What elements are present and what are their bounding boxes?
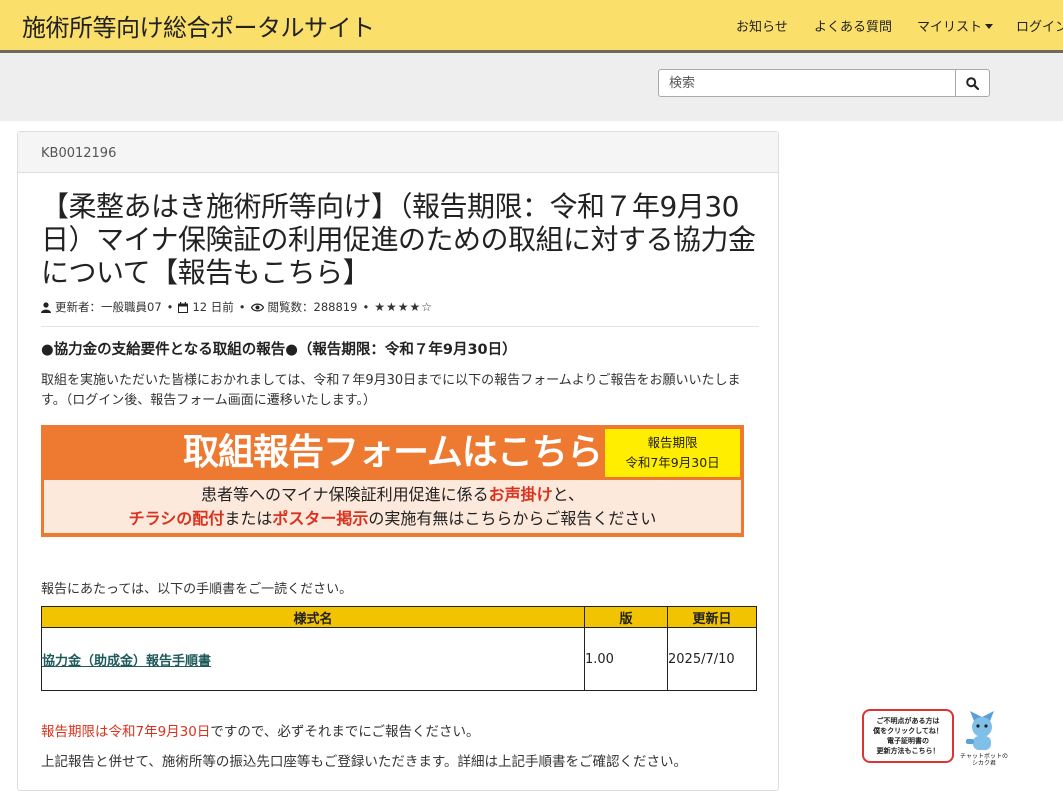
table-row: 協力金（助成金）報告手順書 1.00 2025/7/10 <box>41 627 757 691</box>
col-header-date: 更新日 <box>667 606 757 628</box>
mascot-icon <box>966 711 994 750</box>
banner-description: 患者等へのマイナ保険証利用促進に係るお声掛けと、 チラシの配付またはポスター掲示… <box>44 480 741 533</box>
banner-highlight: お声掛け <box>488 485 553 504</box>
article-meta: 更新者：一般職員07 • 12 日前 • 閲覧数：288819 • ★★★★☆ <box>41 299 433 315</box>
article-header: KB0012196 <box>18 132 778 173</box>
bubble-line: 僕をクリックしてね！ <box>873 727 943 735</box>
deadline-note-text: ですので、必ずそれまでにご報告ください。 <box>210 724 480 740</box>
table-header-row: 様式名 版 更新日 <box>41 606 757 628</box>
banner-highlight: ポスター掲示 <box>272 509 369 528</box>
manual-intro: 報告にあたっては、以下の手順書をご一読ください。 <box>41 582 353 597</box>
manual-link[interactable]: 協力金（助成金）報告手順書 <box>42 654 211 669</box>
bubble-line: ご不明点がある方は <box>876 717 940 725</box>
meta-separator: • <box>238 300 246 314</box>
nav-links: お知らせ よくある質問 マイリスト ログイン <box>0 16 1063 36</box>
col-header-version: 版 <box>584 606 668 628</box>
col-header-name: 様式名 <box>41 606 585 628</box>
meta-separator: • <box>362 300 370 314</box>
chatbot-widget[interactable]: ご不明点がある方は 僕をクリックしてね！ 電子証明書の 更新方法もこちら！ チャ… <box>860 707 1012 769</box>
banner-title: 取組報告フォームはこちら <box>183 432 603 473</box>
banner-text: と、 <box>552 485 585 504</box>
intro-text: 取組を実施いただいた皆様におかれましては、令和７年9月30日までに以下の報告フォ… <box>41 373 741 408</box>
section-heading: ●協力金の支給要件となる取組の報告●（報告期限：令和７年9月30日） <box>41 342 517 358</box>
cell-version: 1.00 <box>584 627 668 691</box>
meta-author: 更新者：一般職員07 <box>55 300 162 314</box>
chatbot-label: チャットボットの シカク君 <box>955 753 1013 767</box>
banner-highlight: チラシの配付 <box>128 509 225 528</box>
banner-text: 患者等へのマイナ保険証利用促進に係る <box>200 485 489 504</box>
article-panel: KB0012196 【柔整あはき施術所等向け】（報告期限：令和７年9月30日）マ… <box>17 131 779 791</box>
nav-login[interactable]: ログイン <box>1016 16 1063 35</box>
deadline-note: 報告期限は令和7年9月30日ですので、必ずそれまでにご報告ください。 <box>41 720 480 740</box>
search-input[interactable] <box>658 69 956 97</box>
report-form-banner[interactable]: 取組報告フォームはこちら 報告期限 令和7年9月30日 患者等へのマイナ保険証利… <box>41 425 744 537</box>
star-rating[interactable]: ★★★★☆ <box>374 300 433 314</box>
bubble-line: 電子証明書の <box>887 737 929 745</box>
nav-news[interactable]: お知らせ <box>736 16 788 35</box>
article-title: 【柔整あはき施術所等向け】（報告期限：令和７年9月30日）マイナ保険証の利用促進… <box>41 190 756 289</box>
nav-faq[interactable]: よくある質問 <box>814 16 892 35</box>
banner-text: の実施有無はこちらからご報告ください <box>368 509 657 528</box>
meta-separator: • <box>166 300 174 314</box>
top-navbar: 施術所等向け総合ポータルサイト お知らせ よくある質問 マイリスト ログイン <box>0 0 1063 53</box>
meta-updated: 12 日前 <box>192 300 234 314</box>
cell-date: 2025/7/10 <box>667 627 757 691</box>
chevron-down-icon <box>985 24 994 29</box>
deadline-box: 報告期限 令和7年9月30日 <box>605 429 740 477</box>
nav-mylist-label: マイリスト <box>917 20 983 35</box>
search-button[interactable] <box>956 69 990 97</box>
divider <box>41 326 759 327</box>
banner-line-2: チラシの配付またはポスター掲示の実施有無はこちらからご報告ください <box>44 507 741 531</box>
bank-account-note: 上記報告と併せて、施術所等の振込先口座等もご登録いただきます。詳細は上記手順書を… <box>41 754 687 770</box>
cell-name: 協力金（助成金）報告手順書 <box>41 627 585 691</box>
chatbot-bubble: ご不明点がある方は 僕をクリックしてね！ 電子証明書の 更新方法もこちら！ <box>862 709 954 763</box>
nav-mylist[interactable]: マイリスト <box>917 16 994 35</box>
calendar-icon <box>178 301 189 313</box>
deadline-label: 報告期限 <box>647 435 698 450</box>
deadline-note-highlight: 報告期限は令和7年9月30日 <box>41 724 211 740</box>
user-icon <box>41 301 51 313</box>
chatbot-label-line: チャットボットの <box>960 753 1008 760</box>
banner-text: または <box>224 509 273 528</box>
eye-icon <box>250 303 264 311</box>
kb-number: KB0012196 <box>41 146 117 161</box>
meta-views: 閲覧数：288819 <box>267 300 358 314</box>
document-table: 様式名 版 更新日 協力金（助成金）報告手順書 1.00 2025/7/10 <box>41 606 757 691</box>
search-band <box>0 53 1063 121</box>
search-icon <box>966 77 979 90</box>
banner-line-1: 患者等へのマイナ保険証利用促進に係るお声掛けと、 <box>44 483 741 507</box>
chatbot-label-line: シカク君 <box>971 760 996 767</box>
bubble-line: 更新方法もこちら！ <box>876 747 940 755</box>
deadline-date: 令和7年9月30日 <box>625 455 720 470</box>
